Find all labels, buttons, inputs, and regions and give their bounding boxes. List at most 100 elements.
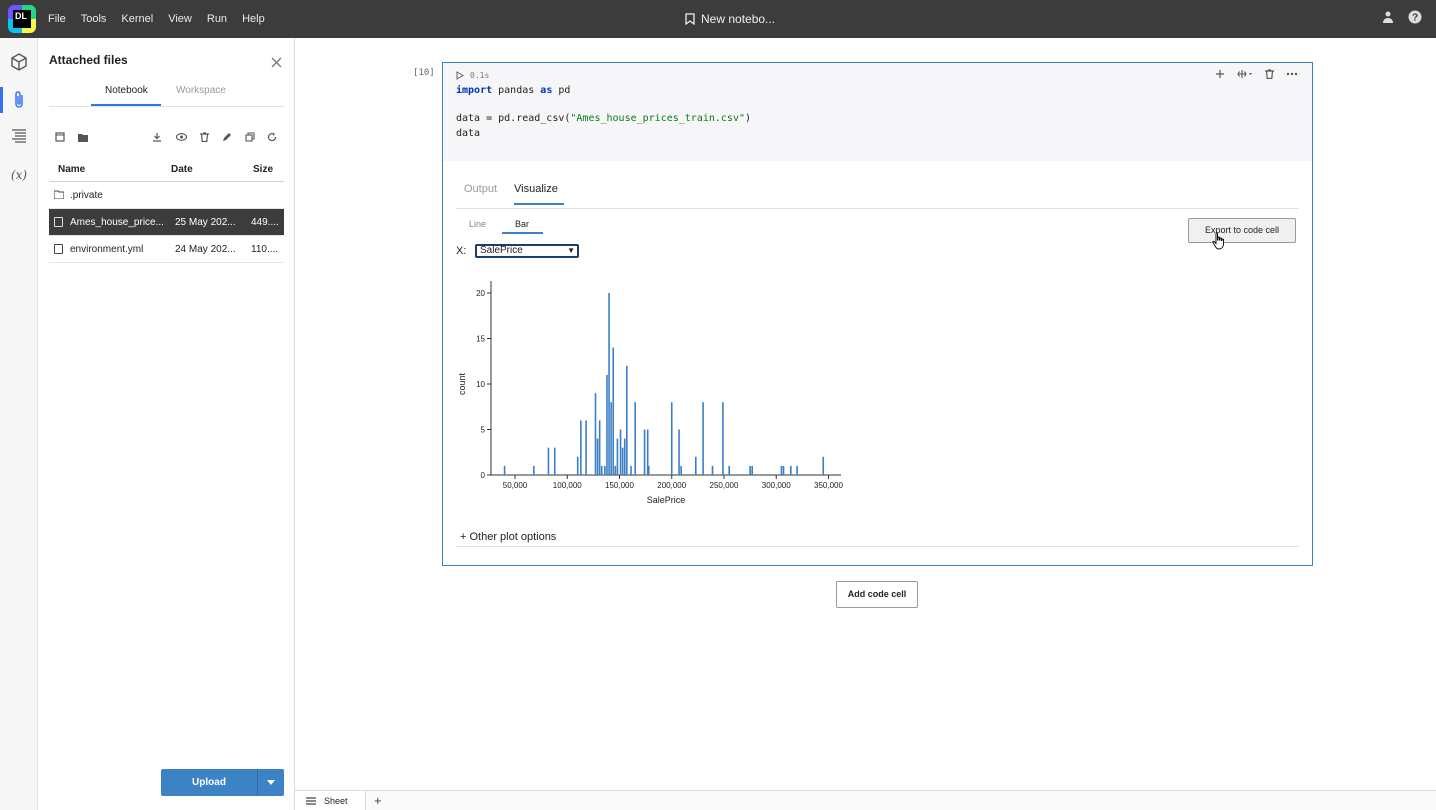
hand-cursor-icon — [1212, 232, 1224, 250]
file-size: 110.... — [251, 244, 279, 255]
y-tick-label: 20 — [476, 289, 485, 298]
x-column-select[interactable]: SalePrice ▼ — [475, 244, 579, 258]
histogram-bar — [594, 393, 597, 475]
tab-workspace[interactable]: Workspace — [176, 85, 226, 104]
table-of-contents-icon[interactable] — [8, 125, 30, 147]
file-name: Ames_house_price... — [70, 217, 164, 228]
cell-toolbar — [1215, 69, 1298, 79]
histogram-bar — [553, 447, 556, 475]
folder-lock-icon — [54, 190, 64, 199]
column-size[interactable]: Size — [253, 164, 273, 175]
menu-help[interactable]: Help — [242, 13, 265, 25]
histogram-bar — [621, 447, 624, 475]
other-plot-options[interactable]: + Other plot options — [460, 531, 556, 543]
rail-active-indicator — [0, 87, 3, 113]
code-editor[interactable]: 0.1s import pandas as pd data = pd.read_… — [443, 63, 1312, 161]
file-date: 24 May 202... — [175, 244, 236, 255]
upload-options-button[interactable] — [257, 769, 284, 796]
x-tick-label: 100,000 — [553, 481, 582, 490]
export-to-code-cell-button[interactable]: Export to code cell — [1188, 218, 1296, 243]
new-folder-icon[interactable] — [76, 130, 90, 144]
histogram-chart: 0 5 10 15 20 50,000 100,000 150,000 200,000 250,0… — [457, 281, 843, 505]
tab-output[interactable]: Output — [464, 183, 497, 203]
add-code-cell-button[interactable]: Add code cell — [836, 581, 918, 608]
move-icon[interactable] — [1237, 69, 1253, 79]
file-row-private[interactable]: .private — [49, 182, 284, 209]
files-table-header: Name Date Size — [49, 158, 284, 182]
new-file-icon[interactable] — [53, 130, 67, 144]
app-logo[interactable]: DL — [8, 5, 36, 33]
upload-button[interactable]: Upload — [161, 769, 257, 796]
histogram-bar — [643, 429, 646, 475]
histogram-bar — [634, 402, 636, 475]
histogram-bar — [600, 465, 603, 475]
histogram-bar — [678, 429, 680, 475]
histogram-bar — [782, 465, 785, 475]
histogram-bar — [790, 465, 792, 475]
file-icon — [54, 217, 63, 227]
x-tick-label: 350,000 — [814, 481, 843, 490]
help-icon[interactable]: ? — [1408, 10, 1422, 24]
rename-icon[interactable] — [220, 130, 234, 144]
close-icon[interactable] — [271, 55, 282, 71]
column-date[interactable]: Date — [171, 164, 193, 175]
code-cell[interactable]: 0.1s import pandas as pd data = pd.read_… — [442, 62, 1313, 566]
download-icon[interactable] — [150, 130, 164, 144]
user-settings-icon[interactable] — [1382, 10, 1396, 24]
menu-run[interactable]: Run — [207, 13, 227, 25]
y-tick-label: 10 — [476, 380, 485, 389]
y-tick-label: 0 — [481, 471, 486, 480]
file-size: 449.... — [251, 217, 279, 228]
histogram-bar — [822, 456, 825, 475]
histogram-bar — [647, 465, 650, 475]
histogram-bar — [796, 465, 798, 475]
preview-icon[interactable] — [174, 130, 188, 144]
plot-type-bar[interactable]: Bar — [502, 219, 544, 234]
panel-title: Attached files — [49, 53, 128, 67]
add-icon[interactable] — [1215, 69, 1225, 79]
y-tick-label: 15 — [476, 335, 485, 344]
menu-tools[interactable]: Tools — [81, 13, 107, 25]
sheet-tab[interactable]: Sheet — [295, 791, 366, 810]
histogram-bar — [694, 456, 697, 475]
sheet-tab-label: Sheet — [324, 796, 348, 806]
histogram-bar — [608, 293, 610, 475]
y-axis-title: count — [457, 372, 467, 395]
variables-icon[interactable]: (x) — [8, 164, 30, 186]
x-tick-label: 300,000 — [762, 481, 791, 490]
file-row-ames[interactable]: Ames_house_price... 25 May 202... 449...… — [49, 209, 284, 236]
menu-file[interactable]: File — [48, 13, 66, 25]
histogram-bar — [626, 365, 628, 475]
panel-tabs: Notebook Workspace — [49, 83, 284, 107]
svg-text:?: ? — [1412, 13, 1418, 24]
tab-visualize[interactable]: Visualize — [514, 183, 564, 205]
notebook-title[interactable]: New notebo... — [685, 0, 775, 38]
refresh-icon[interactable] — [265, 130, 279, 144]
histogram-bar — [623, 438, 626, 475]
top-right-tools: ? — [1382, 10, 1422, 24]
menu-view[interactable]: View — [168, 13, 192, 25]
run-icon[interactable] — [456, 71, 464, 80]
file-row-environment[interactable]: environment.yml 24 May 202... 110.... — [49, 236, 284, 263]
histogram-bar — [604, 465, 606, 475]
paperclip-icon[interactable] — [8, 89, 30, 111]
x-tick-label: 250,000 — [710, 481, 739, 490]
bookmark-icon — [685, 13, 695, 25]
histogram-bar — [680, 465, 682, 475]
add-sheet-button[interactable]: + — [374, 794, 382, 808]
histogram-bar — [533, 465, 535, 475]
more-icon[interactable] — [1286, 69, 1298, 79]
histogram-bar — [606, 374, 608, 475]
histogram-bar — [612, 347, 615, 475]
delete-icon[interactable] — [197, 130, 211, 144]
plot-type-line[interactable]: Line — [469, 219, 486, 232]
delete-cell-icon[interactable] — [1265, 69, 1274, 79]
package-icon[interactable] — [8, 51, 30, 73]
file-name: environment.yml — [70, 244, 144, 255]
copy-icon[interactable] — [243, 130, 257, 144]
column-name[interactable]: Name — [58, 164, 85, 175]
menu-kernel[interactable]: Kernel — [121, 13, 153, 25]
notebook-area: [10] 0.1s import pandas as pd data = pd.… — [295, 38, 1436, 790]
histogram-bar — [614, 465, 617, 475]
tab-notebook[interactable]: Notebook — [91, 85, 161, 106]
